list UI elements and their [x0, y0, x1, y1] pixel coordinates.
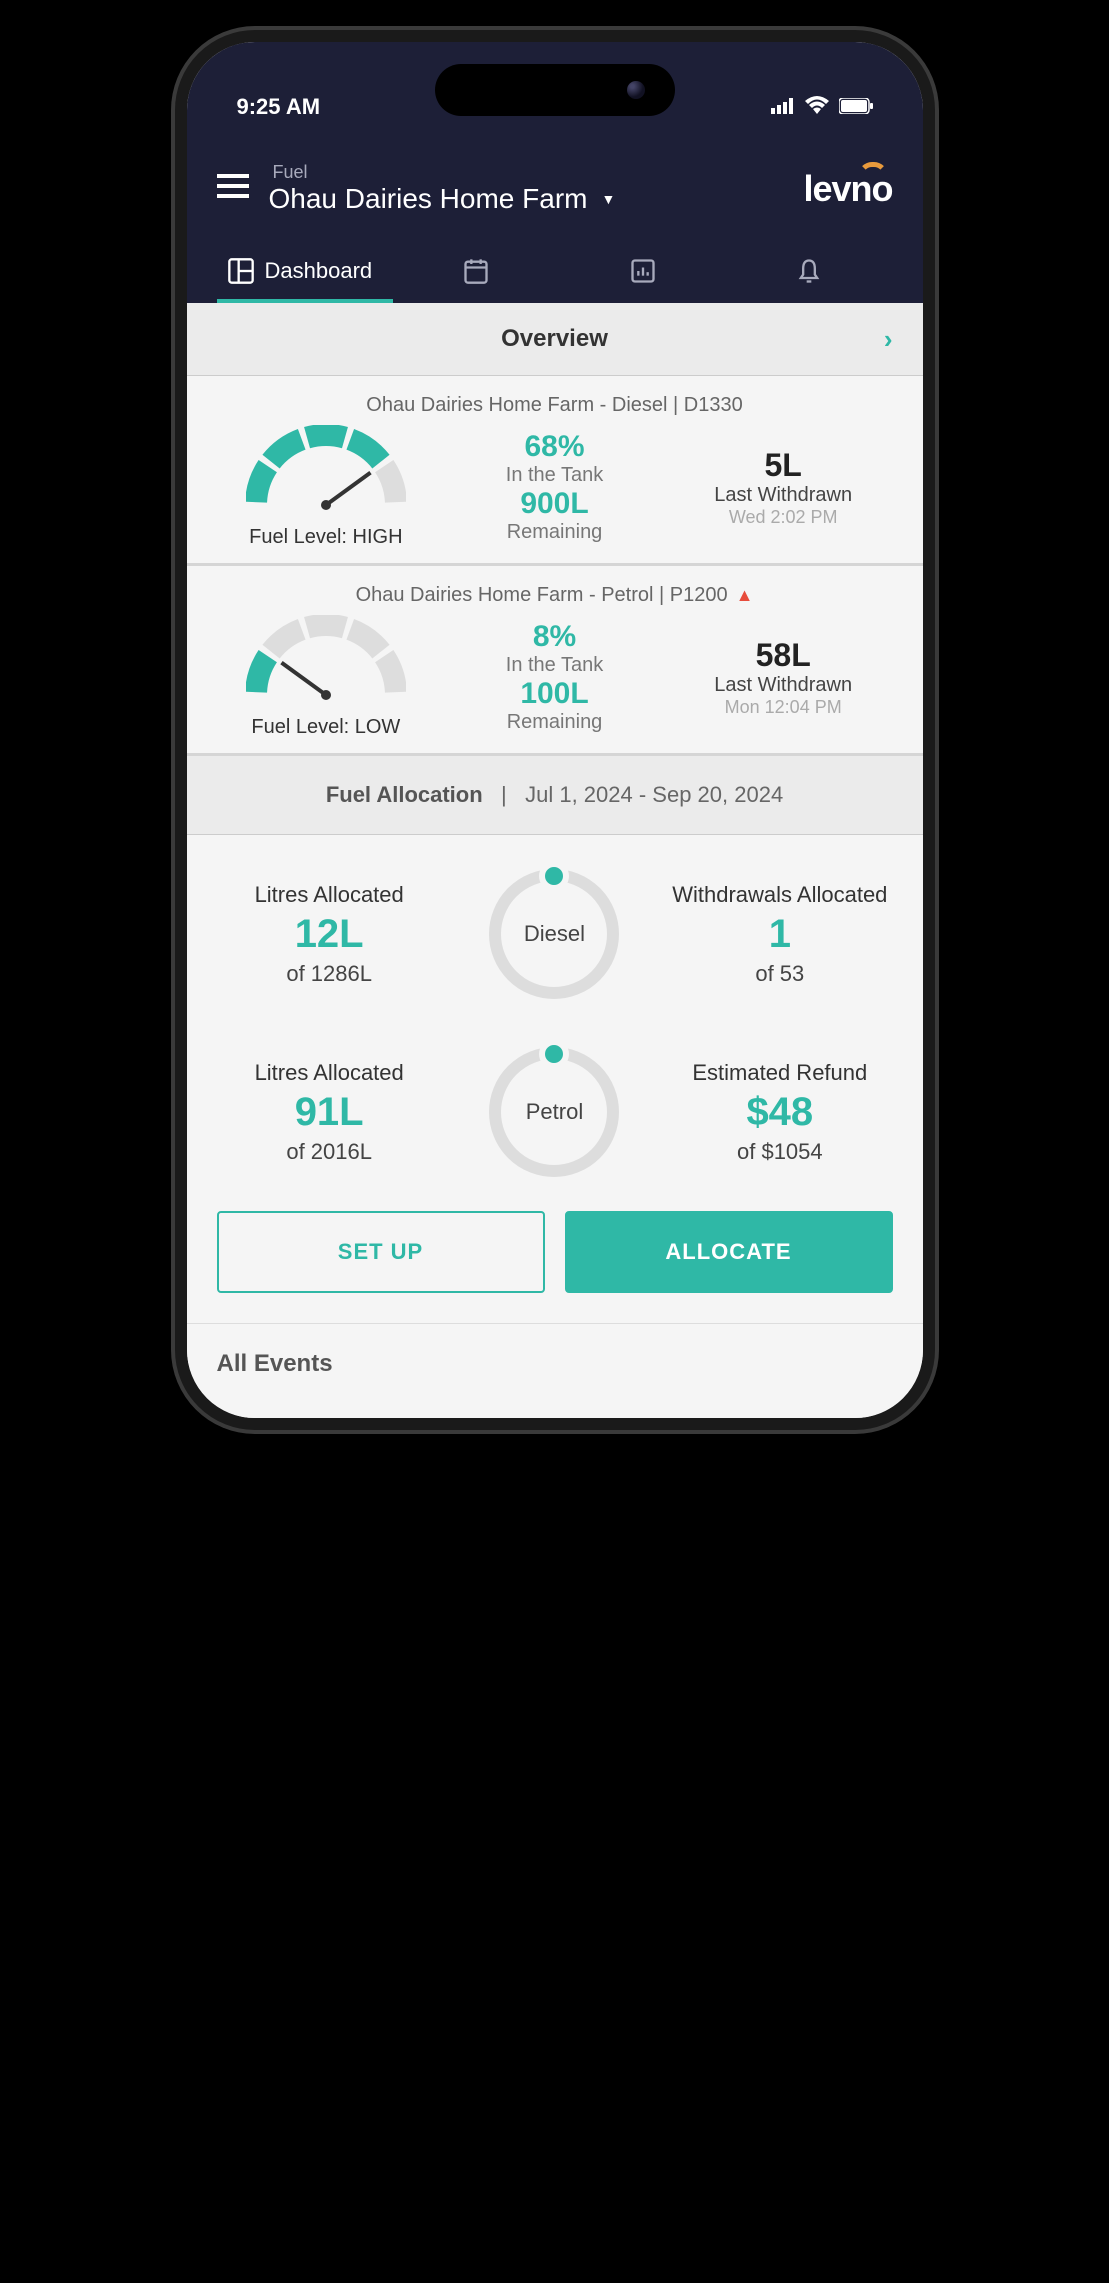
alloc-left-title: Litres Allocated [217, 1060, 442, 1086]
tank-remaining-sub: Remaining [445, 521, 664, 544]
bell-icon [795, 257, 823, 285]
gauge-icon [217, 425, 436, 520]
calendar-icon [462, 257, 490, 285]
alloc-right-title: Estimated Refund [667, 1060, 892, 1086]
allocate-button[interactable]: ALLOCATE [565, 1211, 893, 1293]
alloc-right-value: $48 [667, 1090, 892, 1135]
tank-remaining: 900L [445, 487, 664, 521]
tank-card[interactable]: Ohau Dairies Home Farm - Petrol | P1200 … [187, 566, 923, 756]
tank-percent-sub: In the Tank [445, 654, 664, 677]
app-header: Fuel Ohau Dairies Home Farm ▼ levno Dash… [187, 132, 923, 303]
tank-title: Ohau Dairies Home Farm - Petrol | P1200 … [217, 584, 893, 607]
menu-icon[interactable] [217, 172, 249, 206]
fuel-level-label: Fuel Level: LOW [217, 716, 436, 739]
last-withdrawn-value: 5L [674, 447, 893, 484]
alloc-left-value: 91L [217, 1090, 442, 1135]
alloc-left-title: Litres Allocated [217, 882, 442, 908]
gauge-icon [217, 615, 436, 710]
logo-accent-icon [858, 162, 888, 176]
signal-icon [771, 94, 795, 120]
location-name: Ohau Dairies Home Farm [269, 183, 588, 215]
alloc-right-title: Withdrawals Allocated [667, 882, 892, 908]
alert-icon: ▲ [736, 585, 754, 606]
ring-label: Petrol [526, 1099, 583, 1125]
last-withdrawn-label: Last Withdrawn [674, 674, 893, 697]
alloc-right-value: 1 [667, 912, 892, 957]
tab-bar: Dashboard [217, 243, 893, 303]
ring-knob-icon [539, 1039, 569, 1069]
alloc-left-value: 12L [217, 912, 442, 957]
chart-icon [629, 257, 657, 285]
tank-remaining: 100L [445, 677, 664, 711]
tank-card[interactable]: Ohau Dairies Home Farm - Diesel | D1330 … [187, 376, 923, 566]
header-category: Fuel [269, 162, 784, 183]
last-withdrawn-time: Wed 2:02 PM [674, 507, 893, 528]
last-withdrawn-label: Last Withdrawn [674, 484, 893, 507]
last-withdrawn-value: 58L [674, 637, 893, 674]
status-time: 9:25 AM [237, 94, 321, 120]
tank-title: Ohau Dairies Home Farm - Diesel | D1330 [217, 394, 893, 417]
last-withdrawn-time: Mon 12:04 PM [674, 697, 893, 718]
phone-frame: 9:25 AM Fuel Ohau Dairies Home Farm ▼ [175, 30, 935, 1430]
wifi-icon [805, 94, 829, 120]
tab-reports[interactable] [560, 243, 727, 303]
dashboard-icon [227, 257, 255, 285]
chevron-right-icon: › [884, 324, 893, 355]
tank-remaining-sub: Remaining [445, 711, 664, 734]
device-notch [435, 64, 675, 116]
location-dropdown[interactable]: Ohau Dairies Home Farm ▼ [269, 183, 784, 215]
tank-percent: 8% [445, 620, 664, 654]
allocation-date-range: Jul 1, 2024 - Sep 20, 2024 [525, 782, 783, 807]
allocation-ring[interactable]: Diesel [489, 869, 619, 999]
allocation-header: Fuel Allocation | Jul 1, 2024 - Sep 20, … [187, 756, 923, 835]
alloc-left-sub: of 2016L [217, 1139, 442, 1165]
all-events-header[interactable]: All Events [187, 1323, 923, 1418]
allocation-grid: Litres Allocated 12L of 1286L Diesel Wit… [187, 835, 923, 1323]
tank-percent-sub: In the Tank [445, 464, 664, 487]
chevron-down-icon: ▼ [601, 191, 615, 207]
battery-icon [839, 94, 873, 120]
allocation-ring[interactable]: Petrol [489, 1047, 619, 1177]
allocation-row: Litres Allocated 12L of 1286L Diesel Wit… [217, 845, 893, 1023]
tab-dashboard[interactable]: Dashboard [217, 243, 394, 303]
overview-header[interactable]: Overview › [187, 303, 923, 376]
setup-button[interactable]: SET UP [217, 1211, 545, 1293]
alloc-right-sub: of 53 [667, 961, 892, 987]
overview-title: Overview [501, 325, 608, 353]
allocation-label: Fuel Allocation [326, 782, 483, 807]
alloc-left-sub: of 1286L [217, 961, 442, 987]
brand-logo: levno [803, 168, 892, 210]
fuel-level-label: Fuel Level: HIGH [217, 526, 436, 549]
tab-calendar[interactable] [393, 243, 560, 303]
tab-dashboard-label: Dashboard [265, 258, 373, 284]
ring-knob-icon [539, 861, 569, 891]
tab-alerts[interactable] [726, 243, 893, 303]
alloc-right-sub: of $1054 [667, 1139, 892, 1165]
ring-label: Diesel [524, 921, 585, 947]
status-icons [771, 94, 873, 120]
all-events-label: All Events [217, 1350, 333, 1377]
tank-percent: 68% [445, 430, 664, 464]
allocation-row: Litres Allocated 91L of 2016L Petrol Est… [217, 1023, 893, 1201]
